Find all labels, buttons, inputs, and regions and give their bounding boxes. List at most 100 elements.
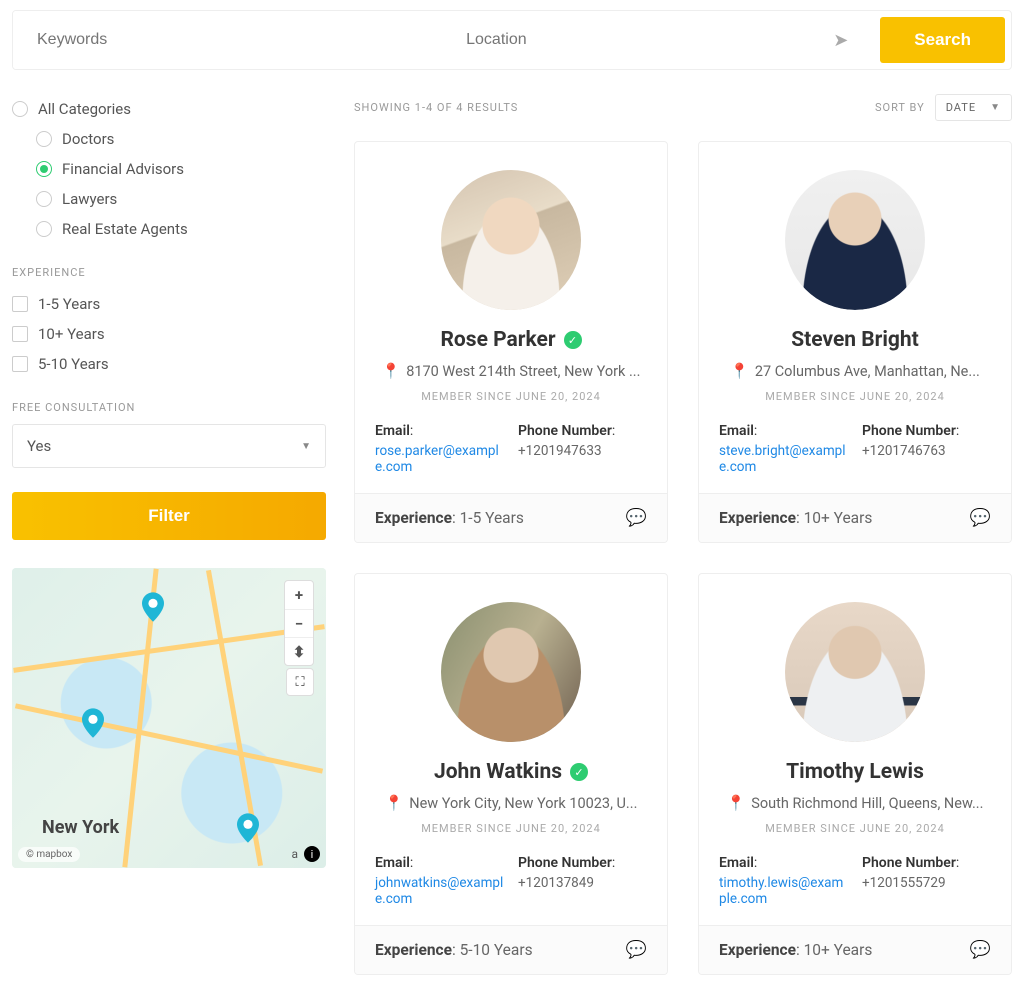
experience-checkbox[interactable]: 1-5 Years bbox=[12, 289, 326, 319]
email-label: Email bbox=[375, 855, 410, 871]
experience-option-label: 1-5 Years bbox=[38, 295, 100, 313]
listing-address: 27 Columbus Ave, Manhattan, Ne... bbox=[755, 363, 980, 380]
listing-name: Timothy Lewis bbox=[786, 760, 924, 784]
map[interactable]: New York + − ⬍ ⛶ © mapbox i a bbox=[12, 568, 326, 868]
chat-icon[interactable]: 💬 bbox=[626, 508, 647, 528]
listing-name: John Watkins bbox=[434, 760, 562, 784]
listing-card[interactable]: Rose Parker ✓ 📍 8170 West 214th Street, … bbox=[354, 141, 668, 543]
chat-icon[interactable]: 💬 bbox=[970, 940, 991, 960]
filter-button[interactable]: Filter bbox=[12, 492, 326, 540]
listing-email[interactable]: timothy.lewis@example.com bbox=[719, 875, 843, 907]
location-pin-icon: 📍 bbox=[382, 362, 401, 380]
sidebar: All Categories Doctors Financial Advisors L… bbox=[12, 94, 326, 975]
radio-icon bbox=[36, 161, 52, 177]
member-since: MEMBER SINCE JUNE 20, 2024 bbox=[375, 822, 647, 835]
experience-option-label: 5-10 Years bbox=[38, 355, 109, 373]
category-item[interactable]: Lawyers bbox=[12, 184, 326, 214]
listing-experience: Experience: 1-5 Years bbox=[375, 509, 524, 527]
checkbox-icon bbox=[12, 296, 28, 312]
listing-address: New York City, New York 10023, U... bbox=[409, 795, 637, 812]
listing-experience: Experience: 10+ Years bbox=[719, 941, 872, 959]
location-pin-icon: 📍 bbox=[730, 362, 749, 380]
phone-label: Phone Number bbox=[518, 855, 612, 871]
map-pin[interactable] bbox=[82, 708, 104, 730]
zoom-in-button[interactable]: + bbox=[285, 581, 313, 609]
sort-label: SORT BY bbox=[875, 101, 925, 114]
keywords-input[interactable] bbox=[13, 11, 442, 69]
listing-email[interactable]: steve.bright@example.com bbox=[719, 443, 846, 475]
email-label: Email bbox=[719, 423, 754, 439]
experience-checkbox[interactable]: 10+ Years bbox=[12, 319, 326, 349]
radio-icon bbox=[36, 221, 52, 237]
category-label: Lawyers bbox=[62, 190, 117, 208]
reset-bearing-button[interactable]: ⬍ bbox=[285, 637, 313, 665]
verified-badge-icon: ✓ bbox=[564, 331, 582, 349]
sort-value: DATE bbox=[946, 101, 976, 114]
zoom-out-button[interactable]: − bbox=[285, 609, 313, 637]
results-header: SHOWING 1-4 OF 4 RESULTS SORT BY DATE ▼ bbox=[354, 94, 1012, 121]
category-item[interactable]: Financial Advisors bbox=[12, 154, 326, 184]
consult-select[interactable]: Yes ▼ bbox=[12, 424, 326, 468]
listing-phone: +1201947633 bbox=[518, 443, 647, 475]
category-label: Financial Advisors bbox=[62, 160, 184, 178]
listing-phone: +120137849 bbox=[518, 875, 647, 907]
experience-checkbox[interactable]: 5-10 Years bbox=[12, 349, 326, 379]
listing-phone: +1201555729 bbox=[862, 875, 991, 907]
avatar bbox=[441, 602, 581, 742]
avatar bbox=[785, 602, 925, 742]
radio-icon bbox=[12, 101, 28, 117]
sort-select[interactable]: DATE ▼ bbox=[935, 94, 1012, 121]
phone-label: Phone Number bbox=[862, 423, 956, 439]
listing-name: Rose Parker bbox=[440, 328, 555, 352]
listing-card[interactable]: John Watkins ✓ 📍 New York City, New York… bbox=[354, 573, 668, 975]
listing-email[interactable]: rose.parker@example.com bbox=[375, 443, 499, 475]
map-info-letter: a bbox=[291, 847, 298, 861]
chat-icon[interactable]: 💬 bbox=[970, 508, 991, 528]
chat-icon[interactable]: 💬 bbox=[626, 940, 647, 960]
map-controls: + − ⬍ bbox=[284, 580, 314, 666]
radio-icon bbox=[36, 131, 52, 147]
results-count: SHOWING 1-4 OF 4 RESULTS bbox=[354, 101, 518, 114]
phone-label: Phone Number bbox=[862, 855, 956, 871]
listing-experience: Experience: 10+ Years bbox=[719, 509, 872, 527]
category-item[interactable]: Real Estate Agents bbox=[12, 214, 326, 244]
chevron-down-icon: ▼ bbox=[301, 441, 311, 452]
avatar bbox=[441, 170, 581, 310]
location-pin-icon: 📍 bbox=[385, 794, 404, 812]
map-attribution: © mapbox bbox=[18, 847, 80, 862]
listing-card[interactable]: Steven Bright 📍 27 Columbus Ave, Manhatt… bbox=[698, 141, 1012, 543]
member-since: MEMBER SINCE JUNE 20, 2024 bbox=[719, 390, 991, 403]
listing-address: 8170 West 214th Street, New York ... bbox=[406, 363, 640, 380]
listing-address: South Richmond Hill, Queens, New... bbox=[751, 795, 983, 812]
consult-value: Yes bbox=[27, 437, 51, 455]
map-pin[interactable] bbox=[237, 813, 259, 835]
map-pin[interactable] bbox=[142, 592, 164, 614]
listing-name: Steven Bright bbox=[791, 328, 919, 352]
search-bar: ➤ Search bbox=[12, 10, 1012, 70]
location-pin-icon: 📍 bbox=[727, 794, 746, 812]
category-item[interactable]: Doctors bbox=[12, 124, 326, 154]
fullscreen-button[interactable]: ⛶ bbox=[286, 668, 314, 696]
checkbox-icon bbox=[12, 356, 28, 372]
member-since: MEMBER SINCE JUNE 20, 2024 bbox=[719, 822, 991, 835]
search-button[interactable]: Search bbox=[880, 17, 1005, 63]
location-input[interactable] bbox=[442, 11, 819, 69]
map-info-icon[interactable]: i bbox=[304, 846, 320, 862]
category-label: Doctors bbox=[62, 130, 114, 148]
location-wrap: ➤ bbox=[442, 11, 874, 69]
listing-card[interactable]: Timothy Lewis 📍 South Richmond Hill, Que… bbox=[698, 573, 1012, 975]
email-label: Email bbox=[375, 423, 410, 439]
category-label: Real Estate Agents bbox=[62, 220, 188, 238]
radio-icon bbox=[36, 191, 52, 207]
chevron-down-icon: ▼ bbox=[990, 102, 1001, 113]
email-label: Email bbox=[719, 855, 754, 871]
category-all[interactable]: All Categories bbox=[12, 94, 326, 124]
listing-email[interactable]: johnwatkins@example.com bbox=[375, 875, 503, 907]
verified-badge-icon: ✓ bbox=[570, 763, 588, 781]
consult-label: FREE CONSULTATION bbox=[12, 401, 326, 414]
phone-label: Phone Number bbox=[518, 423, 612, 439]
geolocate-icon[interactable]: ➤ bbox=[819, 30, 862, 51]
map-city-label: New York bbox=[42, 817, 119, 838]
experience-label: EXPERIENCE bbox=[12, 266, 326, 279]
avatar bbox=[785, 170, 925, 310]
